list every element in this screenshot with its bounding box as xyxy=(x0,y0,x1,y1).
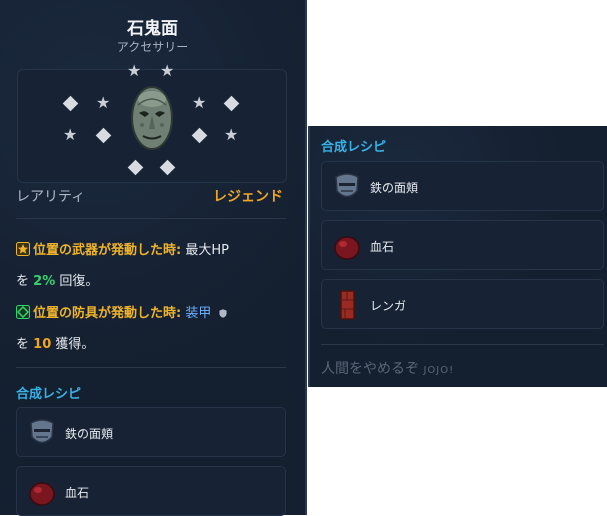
slot-star-icon: ★ xyxy=(192,93,207,112)
max-hp-label: 最大HP xyxy=(185,243,229,258)
flavor-quote: 人間をやめるぞ JOJO! xyxy=(321,358,454,378)
recipe-item-iron-visor[interactable]: 鉄の面頬 xyxy=(321,161,604,211)
effect-armor-trigger-line: 位置の防具が発動した時: 装甲 xyxy=(16,302,231,321)
quote-tail: JOJO! xyxy=(423,365,455,376)
recipe-heading: 合成レシピ xyxy=(321,140,387,155)
star-slot-icon xyxy=(16,242,30,256)
armor-label: 装甲 xyxy=(185,306,212,321)
effect-weapon-trigger-line: 位置の武器が発動した時: 最大HP xyxy=(16,239,229,258)
shield-icon xyxy=(218,309,227,318)
divider xyxy=(321,344,604,345)
effect-armor-result-line: を 10 獲得。 xyxy=(16,333,94,352)
slot-star-icon: ★ xyxy=(127,61,142,80)
gain-text: 獲得。 xyxy=(55,337,95,352)
weapon-trigger-text: 位置の武器が発動した時: xyxy=(33,243,182,258)
item-name: 石鬼面 xyxy=(127,19,178,39)
recipe-item-blood-stone[interactable]: 血石 xyxy=(321,220,604,270)
divider xyxy=(16,367,286,368)
stone-mask-icon xyxy=(131,86,173,150)
recipe-item-iron-visor[interactable]: 鉄の面頬 xyxy=(16,407,286,457)
blood-stone-icon xyxy=(334,236,360,260)
blood-stone-icon xyxy=(29,482,55,506)
item-tooltip-panel: 石鬼面 アクセサリー ★ ★ ★ ★ ★ ★ レアリティ レジェンド 位置の武器… xyxy=(0,0,307,516)
recipe-item-label: レンガ xyxy=(370,299,407,313)
particle-text: を xyxy=(16,274,30,289)
brick-icon xyxy=(340,290,355,320)
recipe-item-label: 鉄の面頬 xyxy=(65,427,114,441)
heal-percent-value: 2% xyxy=(33,274,56,289)
heal-text: 回復。 xyxy=(59,274,99,289)
armor-value: 10 xyxy=(33,337,52,352)
item-category: アクセサリー xyxy=(116,40,189,54)
recipe-item-blood-stone[interactable]: 血石 xyxy=(16,466,286,516)
divider xyxy=(16,218,286,219)
iron-visor-icon xyxy=(30,419,54,444)
recipe-item-label: 血石 xyxy=(65,486,90,500)
slot-star-icon: ★ xyxy=(160,61,175,80)
recipe-item-label: 血石 xyxy=(370,240,395,254)
rarity-label: レアリティ xyxy=(16,189,86,205)
quote-main: 人間をやめるぞ xyxy=(321,361,419,377)
particle-text: を xyxy=(16,337,30,352)
recipe-heading: 合成レシピ xyxy=(16,387,82,402)
recipe-item-brick[interactable]: レンガ xyxy=(321,279,604,329)
slot-star-icon: ★ xyxy=(96,93,111,112)
recipe-item-label: 鉄の面頬 xyxy=(370,181,419,195)
iron-visor-icon xyxy=(335,173,359,198)
armor-trigger-text: 位置の防具が発動した時: xyxy=(33,306,182,321)
recipe-panel: 合成レシピ 鉄の面頬 血石 レンガ 人間をやめるぞ JOJO! xyxy=(308,126,607,387)
effect-weapon-result-line: を 2% 回復。 xyxy=(16,270,98,289)
slot-star-icon: ★ xyxy=(224,125,239,144)
rarity-value: レジェンド xyxy=(213,189,283,205)
diamond-slot-icon xyxy=(16,305,30,319)
slot-star-icon: ★ xyxy=(63,125,78,144)
